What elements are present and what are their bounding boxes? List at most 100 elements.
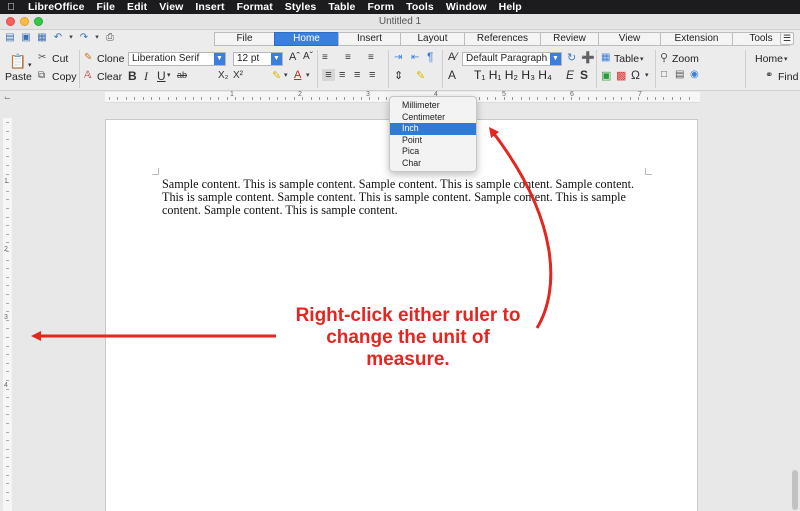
undo-icon[interactable]: ↶: [52, 32, 64, 44]
apple-icon[interactable]: : [0, 2, 22, 13]
superscript-button[interactable]: X²: [233, 70, 243, 81]
save-icon[interactable]: ▦: [36, 32, 48, 44]
decrease-indent-icon[interactable]: ⇤: [411, 52, 419, 63]
tab-extension[interactable]: Extension: [660, 32, 732, 46]
bold-button[interactable]: B: [128, 69, 137, 83]
menu-help[interactable]: Help: [493, 1, 528, 13]
font-name-combo[interactable]: Liberation Serif ▼: [128, 52, 226, 66]
menu-table[interactable]: Table: [322, 1, 361, 13]
zoom-button[interactable]: Zoom: [672, 53, 699, 65]
vertical-ruler[interactable]: 1 2 3 4: [3, 118, 12, 511]
line-spacing-icon[interactable]: ⇕: [394, 69, 403, 82]
align-left-icon[interactable]: ≡: [322, 69, 335, 81]
strikethrough-button[interactable]: ab: [177, 70, 187, 80]
menu-insert[interactable]: Insert: [189, 1, 230, 13]
underline-dropdown-icon[interactable]: ▾: [167, 71, 171, 79]
hamburger-menu-icon[interactable]: ☰: [780, 32, 794, 45]
formatting-marks-icon[interactable]: ¶: [427, 50, 433, 64]
menu-styles[interactable]: Styles: [279, 1, 323, 13]
menu-app-name[interactable]: LibreOffice: [22, 1, 91, 13]
tab-references[interactable]: References: [464, 32, 540, 46]
tab-layout[interactable]: Layout: [400, 32, 464, 46]
clear-formatting-button[interactable]: Clear: [97, 71, 122, 83]
strong-style-button[interactable]: S: [580, 68, 588, 82]
clone-formatting-button[interactable]: Clone: [97, 53, 124, 65]
emphasis-style-button[interactable]: E: [566, 68, 574, 82]
redo-icon[interactable]: ↷: [78, 32, 90, 44]
numbered-list-icon[interactable]: ≡: [345, 52, 351, 63]
open-folder-icon[interactable]: ▣: [20, 32, 32, 44]
unit-option-pica[interactable]: Pica: [390, 146, 476, 158]
tab-home[interactable]: Home: [274, 32, 338, 46]
new-document-icon[interactable]: ▤: [4, 32, 16, 44]
navigator-icon[interactable]: ◉: [690, 69, 699, 80]
font-color-icon[interactable]: A: [294, 69, 301, 81]
styles-icon[interactable]: A∕: [448, 51, 457, 63]
justify-icon[interactable]: ≡: [369, 69, 375, 81]
default-style-icon[interactable]: A: [448, 68, 456, 82]
heading-style-buttons[interactable]: T₁ H₁ H₂ H₃ H₄: [474, 68, 552, 82]
ruler-tick: [251, 97, 253, 100]
clone-brush-icon: ✎: [84, 52, 93, 63]
outline-list-icon[interactable]: ≡: [368, 52, 374, 63]
font-size-combo[interactable]: 12 pt ▼: [233, 52, 283, 66]
cut-button[interactable]: Cut: [52, 53, 68, 65]
chevron-down-icon[interactable]: ▼: [271, 53, 282, 65]
image-icon[interactable]: ▣: [601, 69, 611, 82]
paste-icon[interactable]: 📋: [9, 53, 26, 70]
ruler-number: 4: [4, 382, 8, 389]
tab-file[interactable]: File: [214, 32, 274, 46]
menu-edit[interactable]: Edit: [121, 1, 153, 13]
font-color-dropdown-icon[interactable]: ▾: [306, 71, 310, 79]
print-icon[interactable]: ⎙: [104, 32, 116, 44]
menu-view[interactable]: View: [153, 1, 189, 13]
menu-file[interactable]: File: [91, 1, 122, 13]
align-center-icon[interactable]: ≡: [339, 69, 345, 81]
chevron-down-icon[interactable]: ▼: [550, 53, 561, 65]
home-layout-dropdown[interactable]: Home: [755, 53, 783, 65]
vertical-scrollbar-thumb[interactable]: [792, 470, 798, 510]
insert-table-button[interactable]: Table: [614, 53, 639, 65]
unit-option-point[interactable]: Point: [390, 135, 476, 147]
paragraph-background-icon[interactable]: ✎: [416, 69, 425, 82]
tab-view[interactable]: View: [598, 32, 660, 46]
special-character-icon[interactable]: Ω: [631, 68, 640, 82]
copy-button[interactable]: Copy: [52, 71, 77, 83]
chevron-down-icon[interactable]: ▼: [214, 53, 225, 65]
field-icon[interactable]: ▤: [675, 69, 684, 80]
unit-option-millimeter[interactable]: Millimeter: [390, 100, 476, 112]
tab-insert[interactable]: Insert: [338, 32, 400, 46]
table-dropdown-icon[interactable]: ▾: [640, 55, 644, 63]
subscript-button[interactable]: X₂: [218, 70, 229, 81]
tab-review[interactable]: Review: [540, 32, 598, 46]
undo-dropdown-icon[interactable]: ▾: [68, 32, 74, 44]
new-style-icon[interactable]: ➕: [581, 51, 595, 64]
shrink-font-icon[interactable]: Aˇ: [303, 51, 313, 62]
unit-option-char[interactable]: Char: [390, 158, 476, 170]
bullet-list-icon[interactable]: ≡: [322, 52, 328, 63]
paste-dropdown-icon[interactable]: ▾: [28, 61, 32, 69]
italic-button[interactable]: I: [144, 69, 148, 84]
increase-indent-icon[interactable]: ⇥: [394, 52, 402, 63]
menu-form[interactable]: Form: [362, 1, 401, 13]
redo-dropdown-icon[interactable]: ▾: [94, 32, 100, 44]
menu-format[interactable]: Format: [231, 1, 279, 13]
update-style-icon[interactable]: ↻: [567, 51, 576, 64]
menu-tools[interactable]: Tools: [400, 1, 440, 13]
document-body-text[interactable]: Sample content. This is sample content. …: [162, 178, 642, 217]
chart-icon[interactable]: ▩: [616, 69, 626, 82]
menu-window[interactable]: Window: [440, 1, 493, 13]
unit-option-inch[interactable]: Inch: [390, 123, 476, 135]
grow-font-icon[interactable]: Aˆ: [289, 51, 300, 63]
find-button[interactable]: Find: [778, 71, 798, 83]
underline-button[interactable]: U: [157, 69, 166, 83]
special-character-dropdown-icon[interactable]: ▾: [645, 71, 649, 79]
highlight-icon[interactable]: ✎: [272, 69, 281, 82]
highlight-dropdown-icon[interactable]: ▾: [284, 71, 288, 79]
paste-button[interactable]: Paste: [5, 71, 32, 83]
unit-option-centimeter[interactable]: Centimeter: [390, 112, 476, 124]
paragraph-style-combo[interactable]: Default Paragraph St ▼: [462, 52, 562, 66]
comment-icon[interactable]: □: [661, 69, 667, 80]
align-right-icon[interactable]: ≡: [354, 69, 360, 81]
chevron-down-icon[interactable]: ▾: [784, 55, 788, 63]
